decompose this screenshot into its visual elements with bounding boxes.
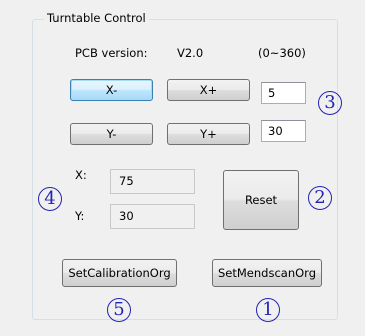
set-mendscan-org-button[interactable]: SetMendscanOrg: [212, 259, 322, 287]
pcb-version-label: PCB version:: [75, 46, 148, 60]
x-position-label: X:: [75, 168, 87, 182]
set-calibration-org-button[interactable]: SetCalibrationOrg: [62, 259, 177, 287]
marker-2-icon: 2: [308, 186, 332, 210]
marker-3-icon: 3: [318, 91, 342, 115]
pcb-version-value: V2.0: [177, 46, 204, 60]
x-plus-button[interactable]: X+: [167, 79, 250, 101]
x-position-field: 75: [110, 169, 195, 194]
marker-1-icon: 1: [256, 298, 280, 322]
y-position-field: 30: [110, 204, 195, 229]
x-step-input[interactable]: [261, 82, 306, 104]
marker-4-icon: 4: [38, 187, 62, 211]
y-plus-button[interactable]: Y+: [167, 123, 250, 145]
y-position-label: Y:: [75, 209, 85, 223]
x-minus-button[interactable]: X-: [70, 79, 153, 101]
angle-range-label: (0~360): [258, 46, 306, 60]
group-title: Turntable Control: [44, 10, 149, 26]
y-minus-button[interactable]: Y-: [70, 123, 153, 145]
reset-button[interactable]: Reset: [223, 170, 299, 230]
marker-5-icon: 5: [107, 298, 131, 322]
y-step-input[interactable]: [261, 120, 306, 142]
